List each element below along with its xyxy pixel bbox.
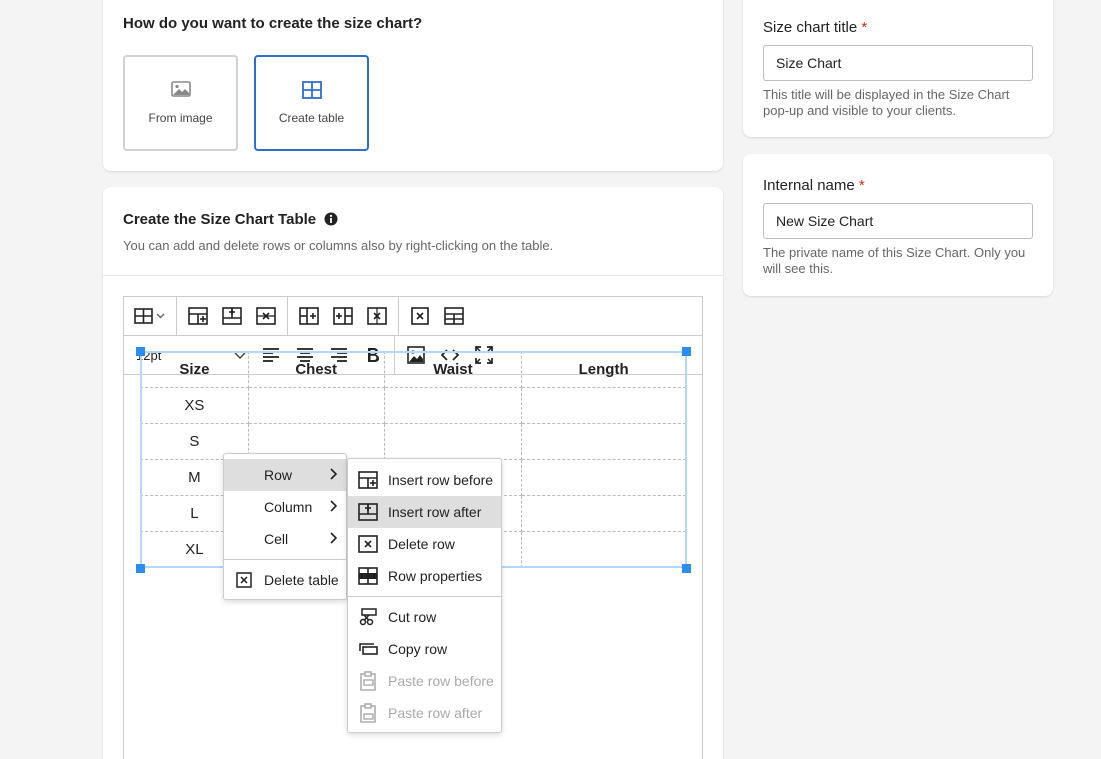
- row-tools-group: [177, 297, 288, 335]
- context-menu: Row Column Cell Delete table: [223, 453, 347, 600]
- column-tools-group: [288, 297, 399, 335]
- resize-handle-bottom-left[interactable]: [136, 564, 145, 573]
- from-image-label: From image: [148, 111, 213, 125]
- cell-tools-group: [399, 297, 475, 335]
- delete-table-icon[interactable]: [405, 301, 435, 331]
- table-header-row: Size Chest Waist Length: [140, 351, 686, 388]
- image-icon: [125, 81, 236, 101]
- size-chart-title-label-text: Size chart title: [763, 19, 858, 36]
- table-cell[interactable]: [383, 387, 523, 424]
- submenu-row-properties[interactable]: Row properties: [348, 560, 501, 592]
- size-chart-title-help: This title will be displayed in the Size…: [763, 87, 1010, 118]
- size-chart-title-card: Size chart title * This title will be di…: [743, 0, 1053, 137]
- submenu-paste-row-before[interactable]: Paste row before: [348, 665, 501, 697]
- resize-handle-bottom-right[interactable]: [682, 564, 691, 573]
- internal-name-input[interactable]: [763, 203, 1033, 239]
- submenu-insert-row-after[interactable]: Insert row after: [348, 496, 501, 528]
- card-divider: [103, 275, 723, 276]
- table-cell[interactable]: [521, 423, 686, 460]
- insert-row-after-icon: [358, 502, 378, 522]
- delete-row-icon: [358, 534, 378, 554]
- insert-column-before-icon[interactable]: [294, 301, 324, 331]
- submenu-label: Paste row after: [388, 705, 483, 721]
- menu-item-column[interactable]: Column: [224, 491, 346, 523]
- copy-row-icon: [358, 639, 378, 659]
- submenu-label: Cut row: [388, 609, 437, 625]
- menu-separator: [224, 559, 346, 560]
- table-icon: [256, 81, 367, 101]
- size-chart-title-input[interactable]: [763, 45, 1033, 81]
- row-properties-icon: [358, 566, 378, 586]
- table-cell[interactable]: [521, 495, 686, 532]
- menu-item-label: Delete table: [264, 572, 339, 588]
- editor-toolbar-row-1: [124, 297, 702, 336]
- required-mark: *: [858, 177, 865, 194]
- menu-item-row[interactable]: Row: [224, 459, 346, 491]
- submenu-label: Paste row before: [388, 673, 494, 689]
- menu-item-label: Row: [264, 467, 293, 483]
- table-cell[interactable]: [521, 387, 686, 424]
- info-icon[interactable]: [324, 212, 338, 230]
- header-cell[interactable]: Length: [521, 351, 686, 388]
- submenu-label: Row properties: [388, 568, 483, 584]
- creation-method-card: How do you want to create the size chart…: [103, 0, 723, 171]
- submenu-label: Insert row before: [388, 472, 494, 488]
- chevron-right-icon: [330, 499, 338, 515]
- submenu-copy-row[interactable]: Copy row: [348, 633, 501, 665]
- table-card-title: Create the Size Chart Table: [123, 211, 317, 228]
- submenu-label: Delete row: [388, 536, 455, 552]
- table-dropdown-button[interactable]: [130, 301, 170, 331]
- cut-row-icon: [358, 607, 378, 627]
- submenu-cut-row[interactable]: Cut row: [348, 601, 501, 633]
- delete-column-icon[interactable]: [362, 301, 392, 331]
- table-card-heading: Create the Size Chart Table: [123, 211, 338, 230]
- menu-item-delete-table[interactable]: Delete table: [224, 564, 346, 596]
- paste-row-before-icon: [358, 671, 378, 691]
- menu-item-label: Column: [264, 499, 313, 515]
- table-menu-group: [124, 297, 177, 335]
- paste-row-after-icon: [358, 703, 378, 723]
- table-cell[interactable]: XS: [140, 387, 249, 424]
- header-cell[interactable]: Waist: [383, 351, 523, 388]
- submenu-insert-row-before[interactable]: Insert row before: [348, 464, 501, 496]
- row-submenu: Insert row before Insert row after Delet…: [347, 458, 502, 733]
- table-cell[interactable]: [521, 531, 686, 568]
- submenu-separator: [348, 596, 501, 597]
- menu-item-cell[interactable]: Cell: [224, 523, 346, 555]
- chevron-right-icon: [330, 467, 338, 483]
- table-card-description: You can add and delete rows or columns a…: [123, 238, 554, 253]
- insert-row-before-icon[interactable]: [183, 301, 213, 331]
- from-image-option[interactable]: From image: [123, 55, 238, 151]
- table-row: XS: [140, 387, 686, 424]
- submenu-delete-row[interactable]: Delete row: [348, 528, 501, 560]
- size-chart-title-label: Size chart title *: [763, 19, 867, 36]
- header-cell[interactable]: Chest: [247, 351, 385, 388]
- table-properties-icon[interactable]: [439, 301, 469, 331]
- menu-item-label: Cell: [264, 531, 289, 547]
- create-table-label: Create table: [278, 111, 345, 125]
- internal-name-card: Internal name * The private name of this…: [743, 154, 1053, 296]
- internal-name-help: The private name of this Size Chart. Onl…: [763, 245, 1026, 276]
- internal-name-label-text: Internal name: [763, 177, 855, 194]
- internal-name-label: Internal name *: [763, 177, 865, 194]
- table-cell[interactable]: [521, 459, 686, 496]
- insert-row-before-icon: [358, 470, 378, 490]
- submenu-label: Copy row: [388, 641, 448, 657]
- resize-handle-top-left[interactable]: [136, 347, 145, 356]
- create-table-option[interactable]: Create table: [254, 55, 369, 151]
- submenu-paste-row-after[interactable]: Paste row after: [348, 697, 501, 729]
- table-cell[interactable]: [383, 423, 523, 460]
- delete-table-icon: [234, 570, 254, 590]
- insert-row-after-icon[interactable]: [217, 301, 247, 331]
- insert-column-after-icon[interactable]: [328, 301, 358, 331]
- table-cell[interactable]: [247, 387, 385, 424]
- required-mark: *: [861, 19, 868, 36]
- resize-handle-top-right[interactable]: [682, 347, 691, 356]
- submenu-label: Insert row after: [388, 504, 482, 520]
- delete-row-icon[interactable]: [251, 301, 281, 331]
- header-cell[interactable]: Size: [140, 351, 249, 388]
- creation-method-heading: How do you want to create the size chart…: [123, 15, 423, 32]
- chevron-right-icon: [330, 531, 338, 547]
